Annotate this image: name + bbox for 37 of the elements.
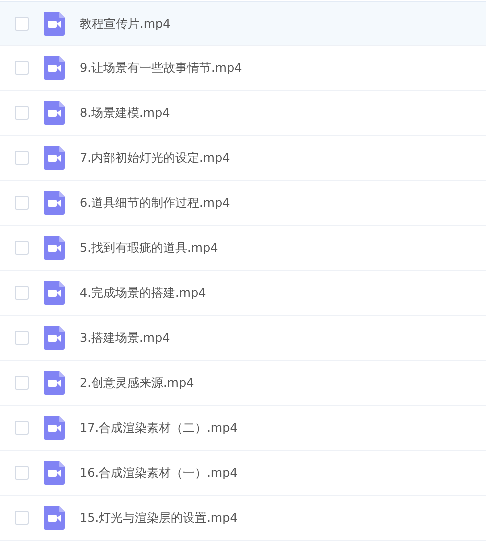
checkbox[interactable] [15,376,29,390]
file-name: 16.合成渲染素材（一）.mp4 [80,465,238,482]
video-file-icon [44,371,65,395]
video-file-icon [44,461,65,485]
checkbox[interactable] [15,151,29,165]
file-name: 15.灯光与渲染层的设置.mp4 [80,510,238,527]
video-file-icon [44,12,65,36]
video-file-icon [44,191,65,215]
file-name: 2.创意灵感来源.mp4 [80,375,194,392]
file-name: 6.道具细节的制作过程.mp4 [80,195,230,212]
checkbox[interactable] [15,106,29,120]
video-file-icon [44,101,65,125]
video-file-icon [44,146,65,170]
video-file-icon [44,281,65,305]
video-file-icon [44,56,65,80]
checkbox[interactable] [15,421,29,435]
file-name: 教程宣传片.mp4 [80,16,171,32]
checkbox[interactable] [15,466,29,480]
checkbox[interactable] [15,61,29,75]
video-file-icon [44,236,65,260]
video-file-icon [44,506,65,530]
file-name: 4.完成场景的搭建.mp4 [80,285,206,302]
checkbox[interactable] [15,241,29,255]
checkbox[interactable] [15,331,29,345]
file-name: 3.搭建场景.mp4 [80,330,170,347]
checkbox[interactable] [15,16,29,30]
video-file-icon [44,416,65,440]
file-name: 5.找到有瑕疵的道具.mp4 [80,240,218,257]
checkbox[interactable] [15,286,29,300]
file-name: 7.内部初始灯光的设定.mp4 [80,150,230,167]
file-row[interactable]: 教程宣传片.mp4 [0,1,486,46]
file-name: 8.场景建模.mp4 [80,105,170,122]
checkbox[interactable] [15,196,29,210]
file-name: 17.合成渲染素材（二）.mp4 [80,420,238,437]
file-name: 9.让场景有一些故事情节.mp4 [80,60,242,77]
checkbox[interactable] [15,511,29,525]
video-file-icon [44,326,65,350]
